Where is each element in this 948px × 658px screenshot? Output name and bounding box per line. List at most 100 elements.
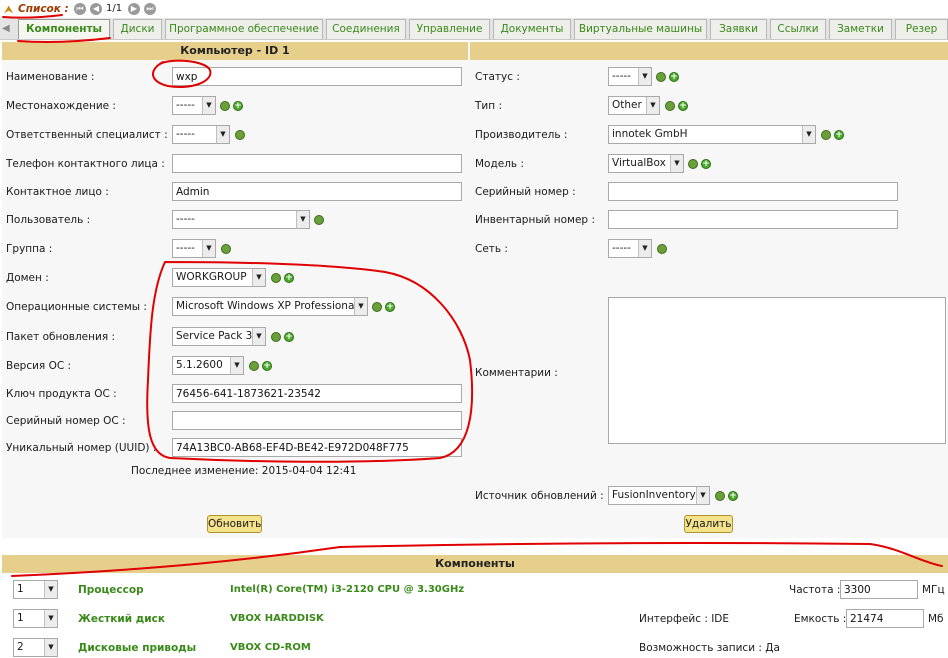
tab-virtual-machines[interactable]: Виртуальные машины (574, 19, 707, 39)
frequency-field[interactable]: 3300 (840, 580, 918, 599)
name-field[interactable]: wxp (172, 67, 462, 86)
home-arrow-icon[interactable]: ⮝ (4, 3, 13, 17)
list-link[interactable]: Список : (18, 3, 69, 15)
chevron-down-icon: ▼ (202, 97, 215, 114)
tab-disks[interactable]: Диски (113, 19, 162, 39)
components-title: Компоненты (2, 555, 948, 573)
last-page-icon[interactable]: ⏭ (144, 3, 156, 15)
os-version-select[interactable]: 5.1.2600 ▼ (172, 356, 244, 375)
component-qty-value: 2 (17, 641, 24, 653)
search-icon[interactable] (314, 215, 324, 225)
group-select[interactable]: ----- ▼ (172, 239, 216, 258)
inventory-field[interactable] (608, 210, 898, 229)
network-select-value: ----- (612, 242, 631, 254)
uuid-field[interactable]: 74A13BC0-AB68-EF4D-BE42-E972D048F775 (172, 438, 462, 457)
tab-reservations[interactable]: Резер (895, 19, 948, 39)
component-value-link[interactable]: VBOX HARDDISK (230, 613, 324, 624)
search-icon[interactable] (657, 244, 667, 254)
component-qty-select[interactable]: 1 ▼ (13, 609, 58, 628)
component-name-link[interactable]: Процессор (78, 584, 144, 596)
component-value-link[interactable]: VBOX CD-ROM (230, 642, 311, 653)
add-icon[interactable]: + (262, 361, 272, 371)
first-page-icon[interactable]: ⏮ (74, 3, 86, 15)
product-key-field[interactable]: 76456-641-1873621-23542 (172, 384, 462, 403)
add-icon[interactable]: + (834, 130, 844, 140)
next-page-icon[interactable]: ▶ (128, 3, 140, 15)
manufacturer-select[interactable]: innotek GmbH ▼ (608, 125, 816, 144)
os-select[interactable]: Microsoft Windows XP Professional ▼ (172, 297, 368, 316)
search-icon[interactable] (372, 302, 382, 312)
update-source-select[interactable]: FusionInventory ▼ (608, 486, 710, 505)
component-value-link[interactable]: Intel(R) Core(TM) i3-2120 CPU @ 3.30GHz (230, 584, 464, 595)
user-label: Пользователь : (6, 214, 91, 226)
chevron-down-icon: ▼ (354, 298, 367, 315)
search-icon[interactable] (271, 273, 281, 283)
domain-select-value: WORKGROUP (176, 271, 247, 283)
search-icon[interactable] (665, 101, 675, 111)
tab-connections[interactable]: Соединения (326, 19, 406, 39)
contact-field[interactable]: Admin (172, 182, 462, 201)
tech-select[interactable]: ----- ▼ (172, 125, 230, 144)
type-label: Тип : (475, 100, 502, 112)
add-icon[interactable]: + (385, 302, 395, 312)
search-icon[interactable] (715, 491, 725, 501)
delete-button[interactable]: Удалить (684, 515, 733, 533)
update-button[interactable]: Обновить (207, 515, 262, 533)
capacity-field[interactable]: 21474 (846, 609, 924, 628)
tab-documents[interactable]: Документы (493, 19, 571, 39)
os-select-value: Microsoft Windows XP Professional (176, 300, 358, 312)
component-qty-select[interactable]: 2 ▼ (13, 638, 58, 657)
component-qty-value: 1 (17, 612, 24, 624)
add-icon[interactable]: + (669, 72, 679, 82)
form-title-right (470, 42, 948, 60)
chevron-down-icon: ▼ (44, 610, 57, 627)
comments-textarea[interactable] (608, 297, 946, 444)
last-change-text: Последнее изменение: 2015-04-04 12:41 (131, 465, 357, 477)
search-icon[interactable] (235, 130, 245, 140)
tab-components[interactable]: Компоненты (18, 19, 110, 39)
os-serial-field[interactable] (172, 411, 462, 430)
search-icon[interactable] (821, 130, 831, 140)
chevron-down-icon: ▼ (646, 97, 659, 114)
tab-tickets[interactable]: Заявки (710, 19, 767, 39)
add-icon[interactable]: + (284, 273, 294, 283)
chevron-down-icon: ▼ (670, 155, 683, 172)
type-select[interactable]: Other ▼ (608, 96, 660, 115)
phone-field[interactable] (172, 154, 462, 173)
group-select-value: ----- (176, 242, 195, 254)
status-select[interactable]: ----- ▼ (608, 67, 652, 86)
add-icon[interactable]: + (284, 332, 294, 342)
user-select[interactable]: ----- ▼ (172, 210, 310, 229)
type-select-value: Other (612, 99, 642, 111)
location-select[interactable]: ----- ▼ (172, 96, 216, 115)
service-pack-select[interactable]: Service Pack 3 ▼ (172, 327, 266, 346)
add-icon[interactable]: + (678, 101, 688, 111)
search-icon[interactable] (271, 332, 281, 342)
prev-page-icon[interactable]: ◀ (90, 3, 102, 15)
search-icon[interactable] (688, 159, 698, 169)
add-icon[interactable]: + (233, 101, 243, 111)
chevron-down-icon: ▼ (202, 240, 215, 257)
tab-notes[interactable]: Заметки (829, 19, 892, 39)
component-qty-select[interactable]: 1 ▼ (13, 580, 58, 599)
component-name-link[interactable]: Жесткий диск (78, 613, 165, 625)
serial-field[interactable] (608, 182, 898, 201)
model-label: Модель : (475, 158, 524, 170)
chevron-down-icon: ▼ (802, 126, 815, 143)
tab-management[interactable]: Управление (409, 19, 490, 39)
add-icon[interactable]: + (701, 159, 711, 169)
network-select[interactable]: ----- ▼ (608, 239, 652, 258)
add-icon[interactable]: + (728, 491, 738, 501)
domain-select[interactable]: WORKGROUP ▼ (172, 268, 266, 287)
model-select[interactable]: VirtualBox ▼ (608, 154, 684, 173)
component-name-link[interactable]: Дисковые приводы (78, 642, 196, 654)
search-icon[interactable] (220, 101, 230, 111)
search-icon[interactable] (656, 72, 666, 82)
search-icon[interactable] (221, 244, 231, 254)
tech-select-value: ----- (176, 128, 195, 140)
tab-software[interactable]: Программное обеспечение (165, 19, 323, 39)
search-icon[interactable] (249, 361, 259, 371)
tab-scroll-left-icon[interactable]: ◀ (2, 23, 14, 35)
tab-links[interactable]: Ссылки (770, 19, 826, 39)
uuid-label: Уникальный номер (UUID) : (6, 442, 157, 454)
